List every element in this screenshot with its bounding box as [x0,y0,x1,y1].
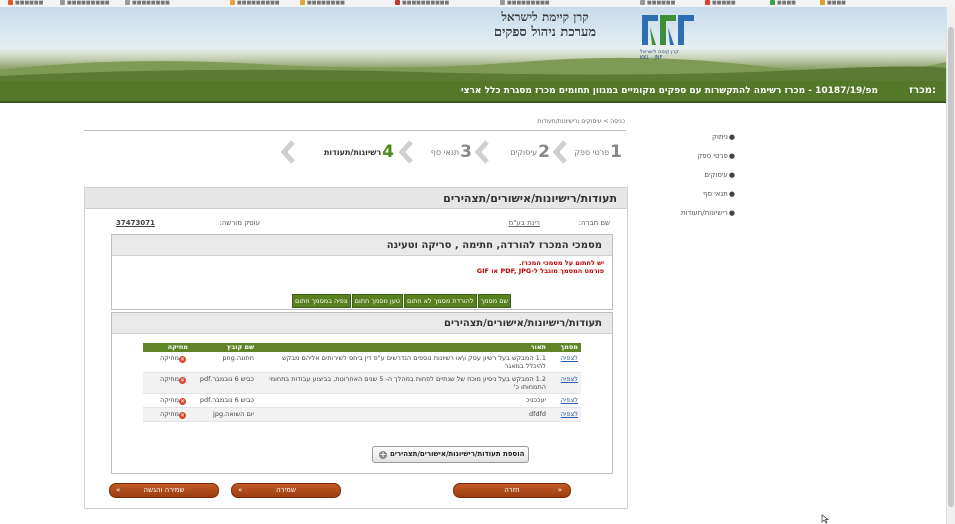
view-link[interactable]: לצפיה [561,375,578,383]
side-nav-item-supplier-details[interactable]: ●פרטי ספק [640,147,735,166]
company-info-bar: שם חברה: רינת בע"מ עוסק מורשה: 37473071 [105,216,610,230]
certificates-table: מסמך תאור שם קובץ מחיקה לצפיה 1.1 המבקש … [143,343,581,422]
delete-x-icon: ✕ [179,412,186,419]
divider [84,130,626,131]
bookmark[interactable]: ■■■■ [770,0,796,7]
back-button[interactable]: חזרה » [453,483,571,498]
delete-button[interactable]: ✕מחיקה [143,393,191,408]
row-description: 1.2 המבקש בעל ניסיון מוכח של שנתיים לפחו… [257,372,549,394]
bullet-icon: ● [728,152,735,160]
dealer-number-label: עוסק מורשה: [219,219,260,227]
tab-doc-name[interactable]: שם מסמך [477,294,512,308]
table-row: לצפיה 1.1 המבקש בעל רשיון עסק ו\או רשיונ… [143,352,581,373]
page-scrollbar[interactable] [946,7,955,524]
table-row: לצפיה dfdfd יום השואה.jpg ✕מחיקה [143,407,581,422]
row-description: dfdfd [257,407,549,422]
bullet-icon: ● [728,133,735,141]
table-row: לצפיה 1.2 המבקש בעל ניסיון מוכח של שנתיי… [143,372,581,394]
bullet-icon: ● [728,171,735,179]
tender-bar: מכרז: מפ/10187/19 - מכרז רשימה להתקשרות … [0,81,946,103]
row-filename: יום השואה.jpg [191,407,257,422]
bookmark[interactable]: ■■■■■■■■ [300,0,345,7]
side-nav-item-threshold[interactable]: ●תנאי סף [640,185,735,204]
view-link[interactable]: לצפיה [561,396,578,404]
view-link[interactable]: לצפיה [561,410,578,418]
add-certificate-button[interactable]: הוספת תעודות/רישיונות/אישורים/תצהירים+ [372,446,530,463]
tender-title: מפ/10187/19 - מכרז רשימה להתקשרות עם ספק… [460,86,878,96]
save-button[interactable]: « שמירה [231,483,341,498]
chevron-left-icon [552,140,567,164]
wizard-step-3[interactable]: 3 תנאי סף [431,136,472,168]
system-title: קרן קיימת לישראל מערכת ניהול ספקים [493,10,597,41]
tender-docs-tabs: שם מסמך להורדת מסמך לא חתום טען מסמך חתו… [292,294,512,308]
bookmark[interactable]: ■■■■■■ [640,0,675,7]
certificates-title: תעודות/רישיונות/אישורים/תצהירים [112,313,612,334]
delete-x-icon: ✕ [179,356,186,363]
sign-warning: יש לחתום על מסמכי המכרז. פורמט המסמך מוג… [476,259,604,275]
side-nav: ●ניתוק ●פרטי ספק ●עיסוקים ●תנאי סף ●רישי… [640,128,735,223]
company-name-value[interactable]: רינת בע"מ [508,216,540,230]
plus-icon: + [379,450,387,459]
wizard-steps: 1 פרטי ספק 2 עיסוקים 3 תנאי סף 4 רשיונות/תעו… [220,136,622,168]
breadcrumb[interactable]: כניסה > עיסוקים ורישיונות/תעודות [420,118,625,125]
row-description: יעככגיכ [257,393,549,408]
dealer-number-value: 37473071 [116,219,155,227]
wizard-step-4[interactable]: 4 רשיונות/תעודות [324,136,394,168]
bookmark[interactable]: ■■■■■■■■■ [500,0,550,7]
landscape-image [0,57,955,82]
bookmark[interactable]: ■■■■■■■■■ [60,0,110,7]
row-filename: כביש 6 נובמבר.pdf [191,372,257,394]
kkl-logo: קרן קימת לישראל KKL - JNF [640,13,698,61]
col-header-delete: מחיקה [143,343,191,352]
tab-view-signed[interactable]: צפיה במסמך חתום [292,294,351,308]
bullet-icon: ● [728,209,735,217]
tender-label: מכרז: [909,85,936,96]
save-submit-button[interactable]: « שמירה והגשה [109,483,219,498]
double-chevron-right-icon: » [557,486,562,494]
double-chevron-left-icon: « [238,486,243,494]
bookmark[interactable]: ■■■■ [820,0,846,7]
chevron-left-icon [474,140,489,164]
company-name-label: שם חברה: [578,219,610,227]
licenses-panel: תעודות/רישיונות/אישורים/תצהירים שם חברה:… [84,187,628,509]
chevron-left-icon [280,140,295,164]
delete-button[interactable]: ✕מחיקה [143,372,191,394]
logo-caption: קרן קימת לישראל KKL - JNF [640,49,679,61]
bookmark[interactable]: ■■■■■■■■■■ [395,0,449,7]
tab-download-unsigned[interactable]: להורדת מסמך לא חתום [404,294,477,308]
panel-title: תעודות/רישיונות/אישורים/תצהירים [85,188,627,209]
wizard-step-2[interactable]: 2 עיסוקים [510,136,550,168]
row-filename: חתונה.png [191,352,257,373]
side-nav-item-occupations[interactable]: ●עיסוקים [640,166,735,185]
certificates-panel: תעודות/רישיונות/אישורים/תצהירים מסמך תאו… [111,312,613,474]
bookmark[interactable]: ■■■■■ [705,0,736,7]
col-header-desc: תאור [257,343,549,352]
table-row: לצפיה יעככגיכ כביש 6 נובמבר.pdf ✕מחיקה [143,393,581,408]
bullet-icon: ● [728,190,735,198]
wizard-step-1[interactable]: 1 פרטי ספק [574,136,622,168]
bookmark[interactable]: ■■■■■■■■■ [230,0,280,7]
tab-upload-signed[interactable]: טען מסמך חתום [351,294,403,308]
row-filename: כביש 6 נובמבר.pdf [191,393,257,408]
header-banner: קרן קיימת לישראל מערכת ניהול ספקים קרן ק… [0,7,955,82]
side-nav-item-disconnect[interactable]: ●ניתוק [640,128,735,147]
delete-x-icon: ✕ [179,377,186,384]
mouse-cursor-icon [821,514,829,524]
scrollbar-thumb[interactable] [948,27,954,507]
delete-button[interactable]: ✕מחיקה [143,352,191,373]
view-link[interactable]: לצפיה [561,354,578,362]
bookmark[interactable]: ■■■■■■■■ [125,0,170,7]
side-nav-item-licenses[interactable]: ●רישיונות/תעודות [640,204,735,223]
bookmark[interactable]: ■■■■■■ [8,0,43,7]
col-header-doc: מסמך [549,343,581,352]
col-header-file: שם קובץ [191,343,257,352]
delete-button[interactable]: ✕מחיקה [143,407,191,422]
tender-docs-panel: מסמכי המכרז להורדה, חתימה , סריקה וטעינה… [111,234,613,310]
delete-x-icon: ✕ [179,398,186,405]
tender-docs-title: מסמכי המכרז להורדה, חתימה , סריקה וטעינה [112,235,612,256]
row-description: 1.1 המבקש בעל רשיון עסק ו\או רשיונות נוס… [257,352,549,373]
double-chevron-left-icon: « [116,486,121,494]
chevron-left-icon [398,140,413,164]
